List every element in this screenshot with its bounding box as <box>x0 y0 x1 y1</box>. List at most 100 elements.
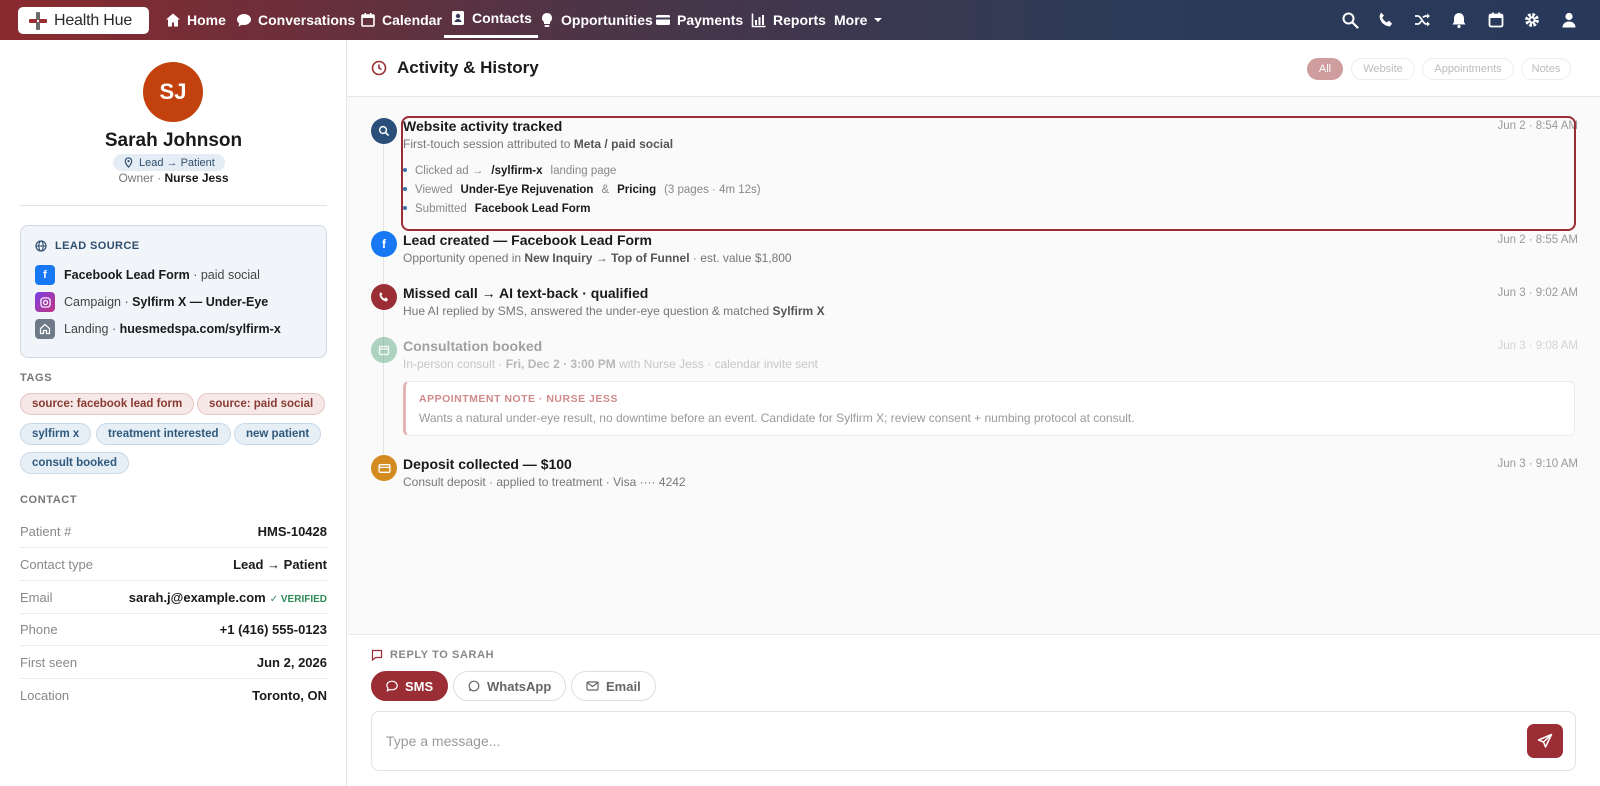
nav-item-payments[interactable]: Payments <box>655 0 743 40</box>
channel-sms-button[interactable]: SMS <box>371 671 449 701</box>
home-icon <box>166 13 180 27</box>
owner-name[interactable]: Nurse Jess <box>164 171 228 185</box>
nav-item-more[interactable]: More <box>834 0 883 40</box>
message-box <box>371 711 1576 771</box>
contacts-icon <box>452 10 464 25</box>
location-pin-icon <box>124 157 133 168</box>
lead-source-campaign-name: Sylfirm X — Under-Eye <box>132 295 269 309</box>
timeline-event-deposit-collected[interactable]: Deposit collected — $100 Consult deposit… <box>403 456 1578 489</box>
tag-chip[interactable]: treatment interested <box>96 423 231 445</box>
event-subtitle: Opportunity opened in New Inquiry → Top … <box>403 251 1578 265</box>
contact-row-phone: Phone +1 (416) 555-0123 <box>20 614 327 646</box>
calendar-icon[interactable] <box>1487 11 1505 29</box>
calendar-icon <box>361 13 375 27</box>
contact-row-key: Email <box>20 590 53 605</box>
message-input[interactable] <box>386 730 1486 752</box>
event-title: Lead created — Facebook Lead Form <box>403 232 652 248</box>
chat-icon <box>237 14 251 27</box>
contact-row-key: Location <box>20 687 70 703</box>
tag-chip[interactable]: source: facebook lead form <box>20 393 195 415</box>
nav-item-label: Opportunities <box>561 12 653 28</box>
contact-row-value: Toronto, ON <box>252 687 327 703</box>
email-value[interactable]: sarah.j@example.com <box>129 590 266 605</box>
nav-item-opportunities[interactable]: Opportunities <box>539 0 653 40</box>
tag-chip[interactable]: sylfirm x <box>20 423 92 445</box>
event-time: Jun 3 · 9:08 AM <box>1497 340 1578 352</box>
tag-chip[interactable]: new patient <box>234 423 322 445</box>
activity-header: Activity & History All Website Appointme… <box>347 40 1600 97</box>
shuffle-icon[interactable] <box>1413 11 1431 29</box>
brand-name: Health Hue <box>54 11 133 29</box>
note-heading: APPOINTMENT NOTE · NURSE JESS <box>419 393 618 405</box>
card-icon <box>371 455 397 481</box>
nav-item-contacts[interactable]: Contacts <box>444 0 538 38</box>
verified-badge: ✓ VERIFIED <box>269 594 327 605</box>
lead-source-row-form: f Facebook Lead Form · paid social <box>35 265 260 285</box>
nav-item-label: Payments <box>677 12 744 28</box>
facebook-icon: f <box>35 265 55 285</box>
send-icon <box>1537 733 1553 748</box>
user-icon[interactable] <box>1560 11 1578 29</box>
phone-value[interactable]: +1 (416) 555-0123 <box>220 622 327 637</box>
chart-icon <box>751 13 766 28</box>
note-body: Wants a natural under-eye result, no dow… <box>419 411 1135 425</box>
nav-item-home[interactable]: Home <box>165 0 226 40</box>
contact-sidebar: SJ Sarah Johnson Lead → Patient Owner · … <box>0 40 347 786</box>
timeline-event-consultation-booked[interactable]: Consultation booked In-person consult · … <box>403 338 1578 371</box>
nav-item-label: Reports <box>773 12 826 28</box>
tags-heading: TAGS <box>20 372 53 384</box>
send-button[interactable] <box>1527 724 1563 758</box>
event-time: Jun 2 · 8:55 AM <box>1497 234 1578 246</box>
tag-chip[interactable]: consult booked <box>20 452 129 474</box>
event-subtitle-strong: Fri, Dec 2 · 3:00 PM <box>505 357 616 371</box>
event-subtitle-strong: Sylfirm X <box>772 304 825 318</box>
channel-whatsapp-button[interactable]: WhatsApp <box>453 671 567 701</box>
filter-appointments[interactable]: Appointments <box>1422 58 1514 80</box>
stage-badge: Lead → Patient <box>113 154 225 171</box>
timeline-event-lead-created[interactable]: Lead created — Facebook Lead Form Opport… <box>403 232 1578 265</box>
nav-item-label: More <box>834 12 868 28</box>
contact-row-patient-number: Patient # HMS-10428 <box>20 516 327 548</box>
gear-icon[interactable] <box>1523 11 1541 29</box>
lead-source-landing-label: Landing · <box>64 322 120 336</box>
mail-icon <box>586 681 599 691</box>
filter-all[interactable]: All <box>1307 58 1343 80</box>
activity-title: Activity & History <box>371 58 539 78</box>
card-icon <box>656 15 670 25</box>
owner-line: Owner · Nurse Jess <box>0 171 347 185</box>
nav-item-label: Calendar <box>382 12 442 28</box>
filter-notes[interactable]: Notes <box>1521 58 1571 80</box>
event-time: Jun 3 · 9:10 AM <box>1497 458 1578 470</box>
event-subtitle-text: Hue AI replied by SMS, answered the unde… <box>403 304 773 318</box>
tag-chip[interactable]: source: paid social <box>197 393 326 415</box>
phone-icon[interactable] <box>1377 11 1395 29</box>
lead-source-heading: LEAD SOURCE <box>35 240 139 252</box>
lead-source-landing-url[interactable]: huesmedspa.com/sylfirm-x <box>120 322 281 336</box>
divider <box>20 205 327 206</box>
channel-email-button[interactable]: Email <box>571 671 656 701</box>
contact-row-key: Contact type <box>20 557 93 572</box>
event-subtitle-text: · est. value $1,800 <box>689 251 792 265</box>
filter-website[interactable]: Website <box>1351 58 1415 80</box>
contact-row-value: Lead → Patient <box>233 557 327 572</box>
channel-label: Email <box>606 678 641 694</box>
lead-source-heading-text: LEAD SOURCE <box>55 240 140 252</box>
nav-item-label: Home <box>187 12 226 28</box>
bell-icon[interactable] <box>1450 11 1468 29</box>
event-time: Jun 3 · 9:02 AM <box>1497 287 1578 299</box>
search-icon[interactable] <box>1341 11 1359 29</box>
lead-source-card: LEAD SOURCE f Facebook Lead Form · paid … <box>20 225 327 358</box>
instagram-icon <box>35 292 55 312</box>
facebook-icon: f <box>371 231 397 257</box>
chevron-down-icon <box>874 18 883 22</box>
brand-logo[interactable]: Health Hue <box>18 7 149 34</box>
event-subtitle-text: In-person consult · <box>403 357 506 371</box>
event-subtitle-text: with Nurse Jess · calendar invite sent <box>615 357 818 371</box>
event-title: Consultation booked <box>403 338 543 354</box>
nav-item-conversations[interactable]: Conversations <box>236 0 355 40</box>
contact-row-location: Location Toronto, ON <box>20 679 327 711</box>
timeline-event-missed-call[interactable]: Missed call → AI text-back · qualified H… <box>403 285 1578 318</box>
nav-item-reports[interactable]: Reports <box>751 0 826 40</box>
nav-item-calendar[interactable]: Calendar <box>360 0 442 40</box>
contact-row-key: Patient # <box>20 524 72 539</box>
